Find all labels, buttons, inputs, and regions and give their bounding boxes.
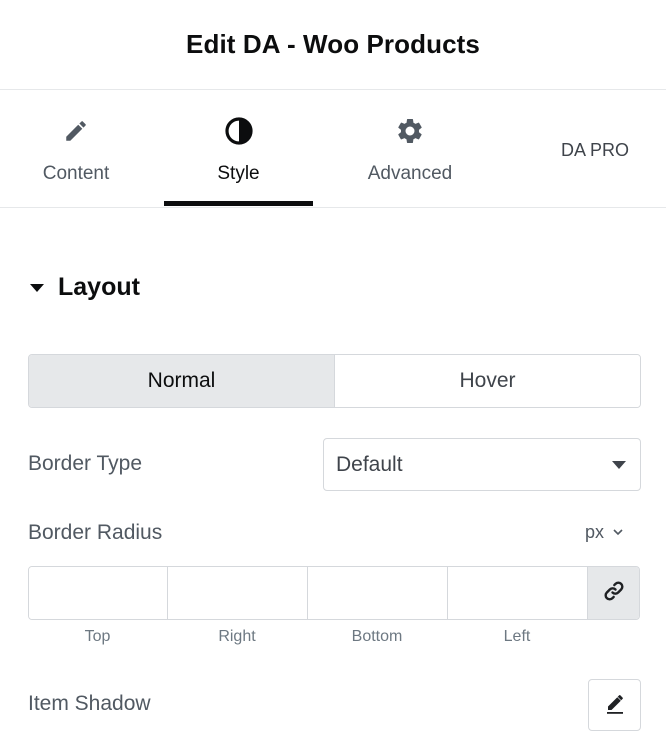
- pencil-icon: [603, 691, 627, 720]
- unit-selector[interactable]: px: [585, 522, 623, 543]
- unit-value: px: [585, 522, 605, 542]
- right-label: Right: [218, 628, 256, 645]
- gear-icon: [395, 116, 425, 146]
- pencil-icon: [61, 116, 91, 146]
- top-label: Top: [84, 628, 111, 645]
- radius-left-input[interactable]: [448, 567, 588, 619]
- active-tab-indicator: [164, 201, 313, 206]
- tab-style[interactable]: Style: [164, 91, 313, 207]
- section-title: Layout: [58, 272, 140, 301]
- tab-bar: Content Style Advanced DA PRO: [0, 91, 666, 208]
- layout-section-toggle[interactable]: Layout: [30, 268, 140, 306]
- chevron-down-icon: [613, 528, 623, 538]
- item-shadow-label: Item Shadow: [28, 692, 151, 715]
- left-label: Left: [503, 628, 531, 645]
- caret-down-icon: [30, 284, 44, 292]
- border-radius-label: Border Radius: [28, 521, 163, 544]
- border-type-value: Default: [336, 452, 403, 476]
- page-title: Edit DA - Woo Products: [186, 29, 480, 59]
- radius-bottom-input[interactable]: [308, 567, 448, 619]
- edit-shadow-button[interactable]: [588, 679, 641, 731]
- tab-da-pro-label: DA PRO: [560, 140, 630, 160]
- tab-advanced[interactable]: Advanced: [330, 91, 490, 207]
- panel-header: Edit DA - Woo Products: [0, 0, 666, 90]
- bottom-label: Bottom: [351, 628, 403, 645]
- link-values-button[interactable]: [588, 567, 639, 619]
- tab-style-label: Style: [217, 163, 260, 184]
- caret-down-icon: [612, 461, 626, 469]
- radius-right-input[interactable]: [168, 567, 308, 619]
- tab-content[interactable]: Content: [0, 91, 152, 207]
- border-type-select[interactable]: Default: [323, 438, 641, 491]
- hover-state-button[interactable]: Hover: [335, 355, 640, 407]
- border-radius-inputs: [28, 566, 640, 620]
- half-circle-icon: [224, 116, 254, 146]
- dimension-labels: Top Right Bottom Left: [28, 628, 588, 650]
- tab-advanced-label: Advanced: [367, 163, 453, 184]
- normal-state-button[interactable]: Normal: [29, 355, 335, 407]
- border-type-label: Border Type: [28, 452, 143, 475]
- radius-top-input[interactable]: [29, 567, 168, 619]
- state-toggle: Normal Hover: [28, 354, 641, 408]
- link-icon: [602, 579, 626, 608]
- tab-content-label: Content: [42, 163, 110, 184]
- tab-da-pro[interactable]: DA PRO: [540, 91, 650, 207]
